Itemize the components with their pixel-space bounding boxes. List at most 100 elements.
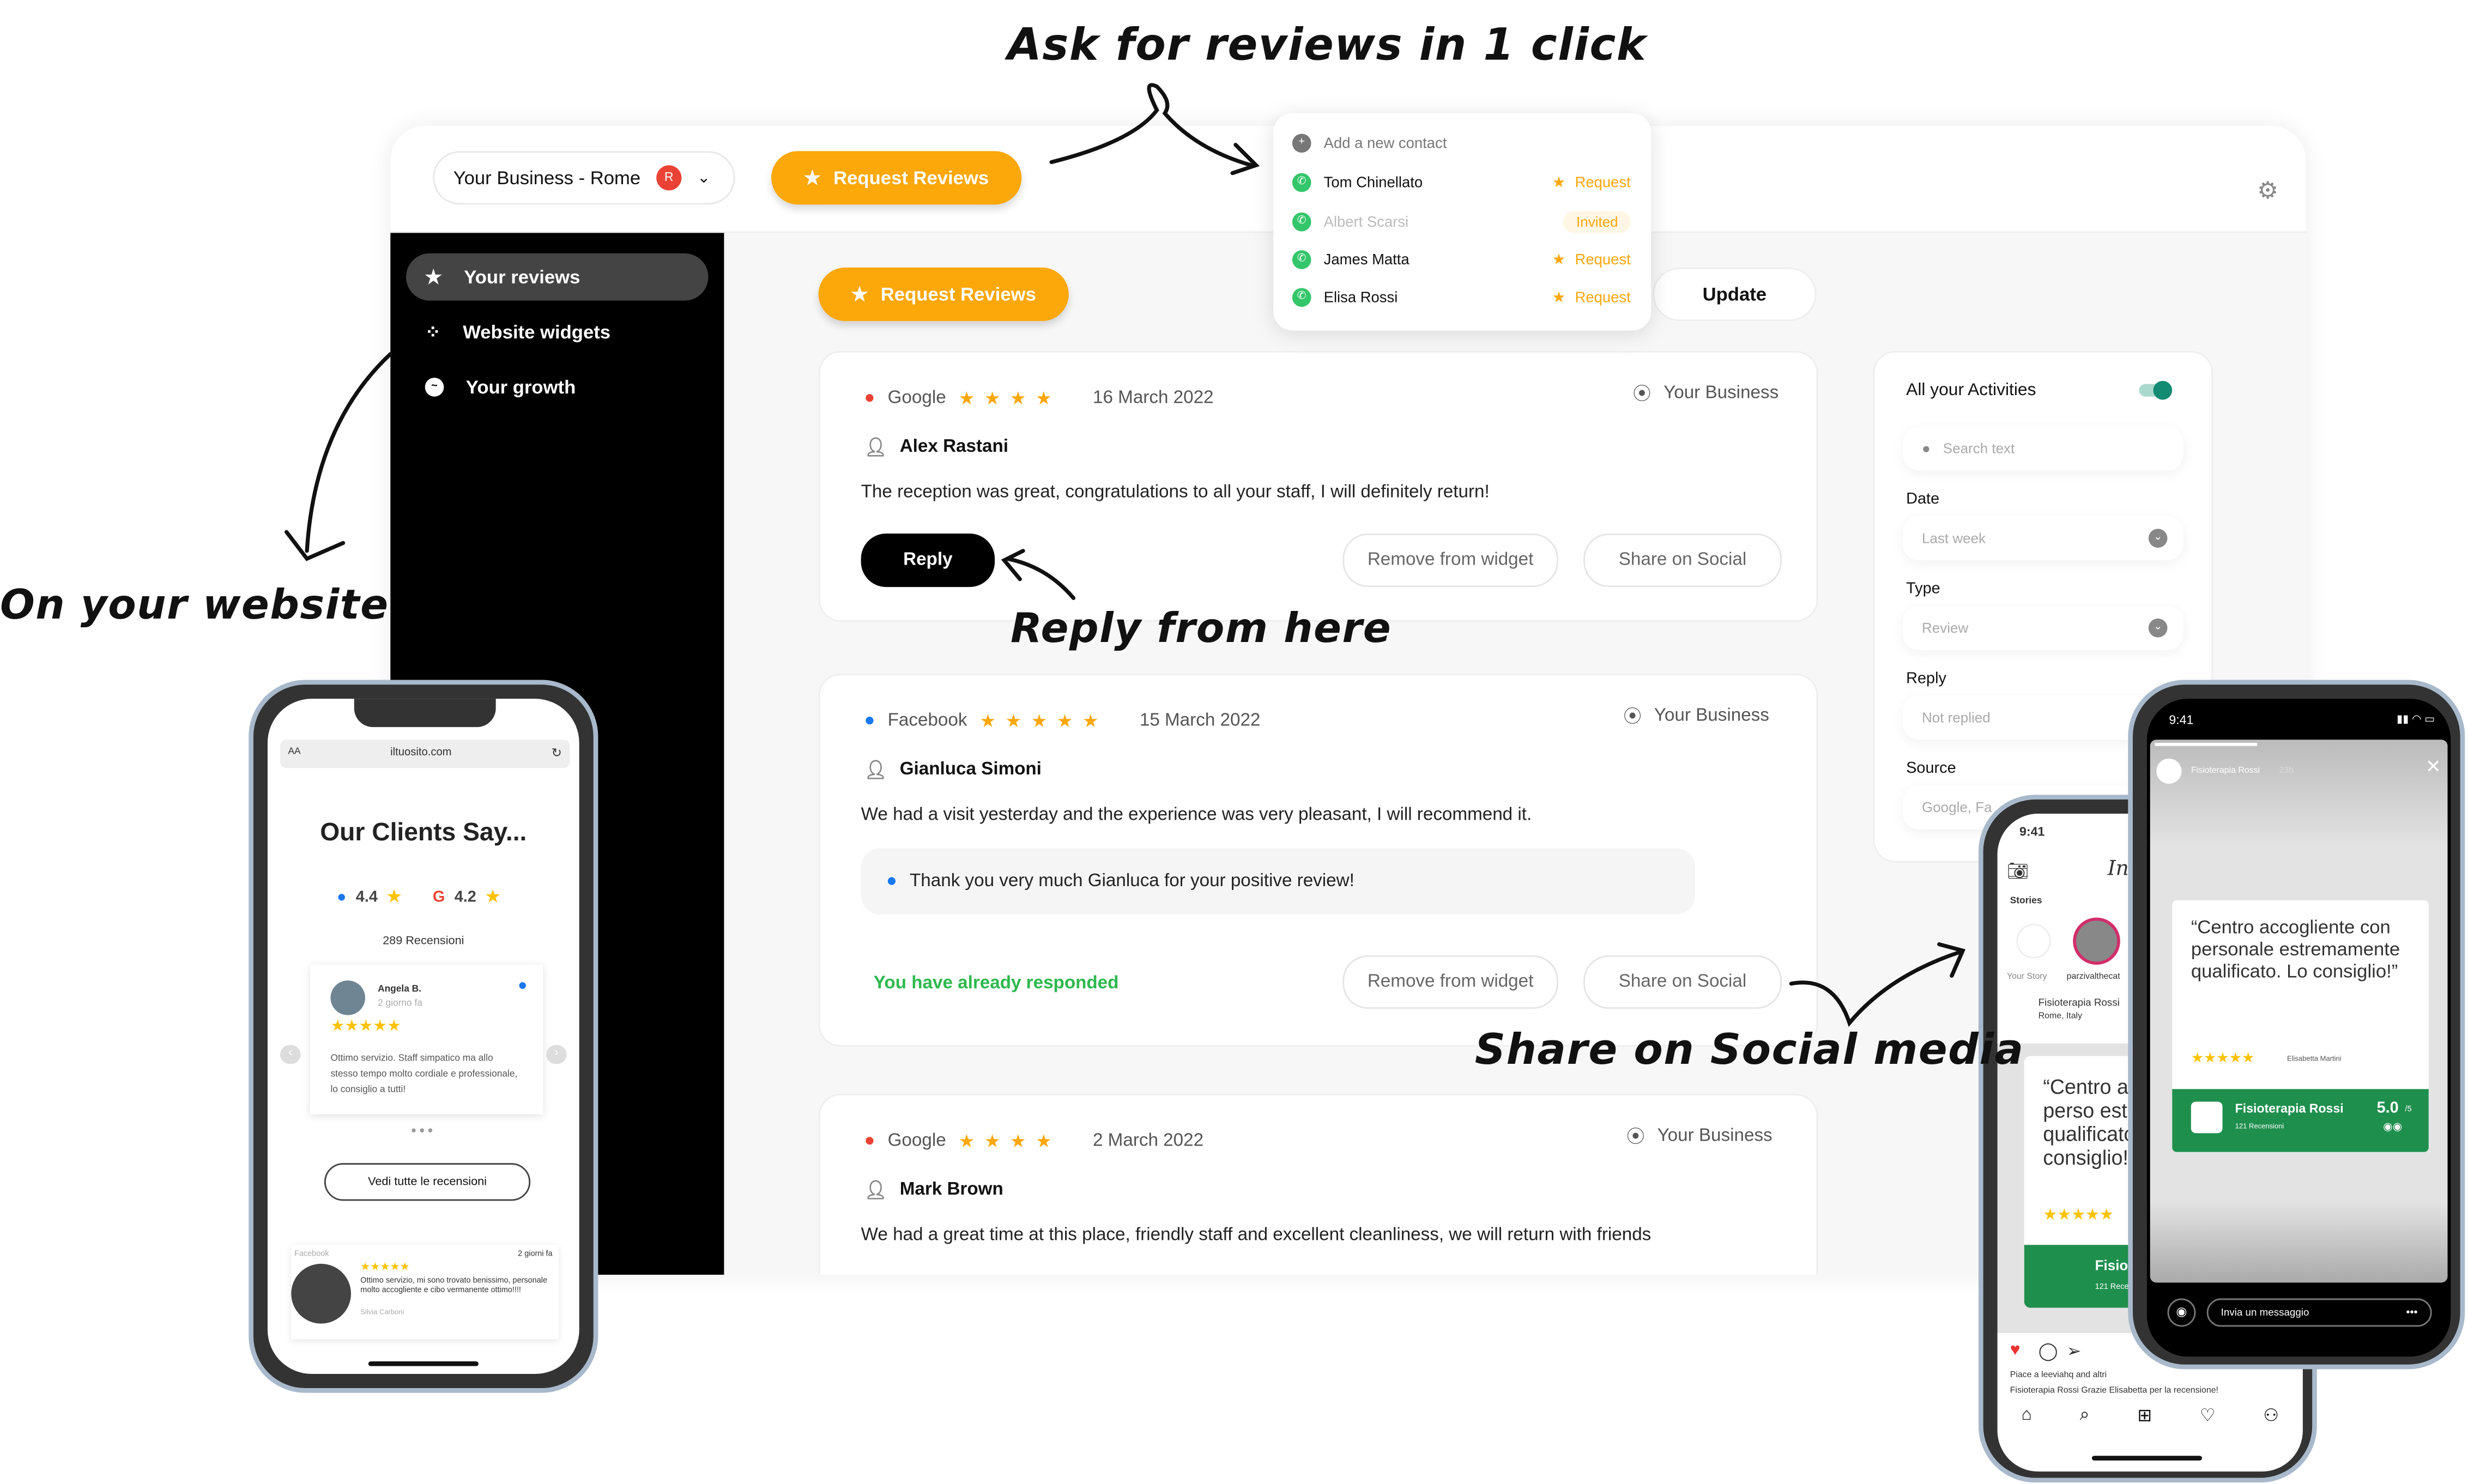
widget-review-card: Facebook 2 giorni fa ★★★★★ Ottimo serviz…	[291, 1245, 559, 1339]
status-icons: ▮▮ ◠ ▭	[2397, 714, 2435, 726]
date-select[interactable]: Last week ⌄	[1903, 516, 2183, 561]
sidebar-item-label: Website widgets	[463, 321, 611, 343]
camera-icon[interactable]: ◉	[2167, 1298, 2196, 1327]
review-date: 16 March 2022	[1092, 389, 1214, 408]
your-story-avatar[interactable]	[2016, 924, 2051, 959]
instagram-logo: In	[2107, 857, 2129, 882]
update-button[interactable]: Update	[1653, 267, 1817, 322]
heart-icon[interactable]: ♥	[2010, 1341, 2021, 1360]
brand-score-max: /5	[2405, 1105, 2412, 1114]
brand-score: 5.0	[2376, 1100, 2399, 1118]
review-source: Google	[887, 1131, 946, 1150]
contact-name: James Matta	[1323, 251, 1410, 269]
gear-icon[interactable]: ⚙	[2257, 176, 2278, 204]
business-avatar: R	[656, 165, 682, 191]
comment-icon[interactable]: ◯	[2038, 1341, 2058, 1361]
annotation-reply: Reply from here	[1010, 605, 1392, 653]
type-select[interactable]: Review ⌄	[1903, 605, 2183, 650]
rating-stars: ★★★★★	[2043, 1207, 2114, 1225]
review-source: Facebook	[294, 1249, 329, 1259]
your-story-label: Your Story	[2006, 972, 2047, 982]
review-source: Facebook	[887, 711, 967, 730]
contact-item: ✆ Elisa Rossi ★ Request	[1292, 288, 1631, 307]
add-contact-item[interactable]: + Add a new contact	[1292, 134, 1631, 153]
story-view: Fisioterapia Rossi 23h ✕ “Centro accogli…	[2150, 740, 2448, 1283]
heart-icon[interactable]: ♡	[2200, 1406, 2216, 1426]
review-author: Silvia Carboni	[360, 1307, 404, 1316]
facebook-icon: ●	[886, 871, 897, 891]
reviewer-name: Angela B.	[378, 985, 421, 995]
reply-button[interactable]: Reply	[861, 533, 995, 587]
share-on-social-button[interactable]: Share on Social	[1583, 533, 1782, 587]
message-input[interactable]: Invia un messaggio •••	[2206, 1298, 2432, 1327]
response-bubble: ● Thank you very much Gianluca for your p…	[861, 848, 1696, 914]
search-icon: ●	[1922, 440, 1931, 457]
activities-toggle[interactable]	[2139, 380, 2173, 400]
review-business: Your Business	[1654, 706, 1769, 726]
remove-from-widget-button[interactable]: Remove from widget	[1342, 955, 1558, 1009]
profile-icon[interactable]: ⚇	[2263, 1406, 2279, 1426]
main-request-reviews-button[interactable]: ★ Request Reviews	[818, 267, 1069, 322]
sidebar-item-label: Your reviews	[464, 266, 580, 288]
request-label: Request Reviews	[880, 283, 1036, 306]
filters-title: All your Activities	[1906, 380, 2036, 400]
more-icon[interactable]: •••	[2406, 1307, 2417, 1318]
review-author: Gianluca Simoni	[899, 760, 1042, 779]
reload-icon[interactable]: ↻	[552, 746, 562, 760]
bottom-nav: ⌂ ⌕ ⊞ ♡ ⚇	[1998, 1406, 2303, 1426]
request-contact-button[interactable]: ★ Request	[1552, 289, 1631, 306]
widget-review-card: Angela B. 2 giorno fa ● ★★★★★ Ottimo ser…	[310, 965, 543, 1114]
sidebar-item-your-reviews[interactable]: ★ Your reviews	[406, 253, 709, 301]
status-time: 9:41	[2019, 825, 2045, 839]
whatsapp-icon: ✆	[1292, 212, 1311, 232]
google-icon: ●	[864, 389, 875, 408]
search-input[interactable]: ● Search text	[1903, 426, 2183, 471]
review-card: ● Google ★★★★ 2 March 2022 ⦿ Your Business 👤…	[818, 1094, 1818, 1275]
close-icon[interactable]: ✕	[2425, 755, 2441, 777]
search-icon[interactable]: ⌕	[2080, 1406, 2090, 1426]
carousel-prev-button[interactable]: ‹	[280, 1045, 301, 1064]
grid-icon: ⁘	[425, 321, 441, 343]
sidebar-item-your-growth[interactable]: ~ Your growth	[406, 364, 708, 411]
carousel-next-button[interactable]: ›	[546, 1045, 567, 1064]
review-text: The reception was great, congratulations…	[861, 483, 1490, 502]
share-on-social-button[interactable]: Share on Social	[1583, 955, 1782, 1009]
url-field[interactable]: iltuosito.com	[390, 748, 451, 759]
request-contact-button[interactable]: ★ Request	[1552, 174, 1631, 191]
chevron-down-icon: ⌄	[2148, 529, 2168, 548]
request-contact-button[interactable]: ★ Request	[1552, 251, 1631, 269]
brand-bar: Fisioterapia Rossi 121 Recensioni 5.0 /5…	[2172, 1089, 2429, 1152]
text-size-button[interactable]: AA	[288, 748, 300, 757]
review-author: Mark Brown	[899, 1180, 1003, 1200]
star-icon: ★	[851, 283, 868, 306]
camera-icon[interactable]: 📷︎	[2007, 861, 2029, 882]
story-review-card: “Centro accogliente con personale estrem…	[2172, 900, 2429, 1152]
message-placeholder: Invia un messaggio	[2221, 1307, 2309, 1318]
review-text: We had a visit yesterday and the experie…	[861, 805, 1532, 825]
account-avatar	[2156, 758, 2182, 784]
whatsapp-icon: ✆	[1292, 288, 1311, 307]
contact-name: Elisa Rossi	[1323, 288, 1398, 306]
request-label: Request Reviews	[833, 167, 989, 189]
arrow-to-website	[305, 352, 392, 553]
carousel-dots: ● ● ●	[410, 1126, 433, 1136]
business-selector[interactable]: Your Business - Rome R ⌄	[433, 151, 735, 205]
story-account: Fisioterapia Rossi	[2191, 766, 2260, 776]
review-business: Your Business	[1664, 384, 1779, 403]
home-icon[interactable]: ⌂	[2022, 1406, 2032, 1426]
invited-badge: Invited	[1563, 210, 1631, 233]
response-text: Thank you very much Gianluca for your po…	[910, 871, 1354, 891]
sidebar-item-website-widgets[interactable]: ⁘ Website widgets	[406, 308, 708, 356]
see-all-reviews-button[interactable]: Vedi tutte le recensioni	[324, 1163, 531, 1201]
story-avatar[interactable]	[2073, 917, 2120, 965]
send-icon[interactable]: ➢	[2067, 1341, 2082, 1361]
annotation-ask-reviews: Ask for reviews in 1 click	[1007, 19, 1647, 71]
browser-bar: AA iltuosito.com ↻	[280, 740, 570, 768]
source-icons: ◉◉	[2383, 1122, 2403, 1134]
contact-item: ✆ James Matta ★ Request	[1292, 250, 1631, 269]
review-date: 2 March 2022	[1092, 1131, 1204, 1150]
add-post-icon[interactable]: ⊞	[2137, 1406, 2152, 1426]
remove-from-widget-button[interactable]: Remove from widget	[1342, 533, 1558, 587]
header-request-reviews-button[interactable]: ★ Request Reviews	[771, 151, 1022, 205]
story-label: parzivalthecat	[2066, 972, 2120, 982]
